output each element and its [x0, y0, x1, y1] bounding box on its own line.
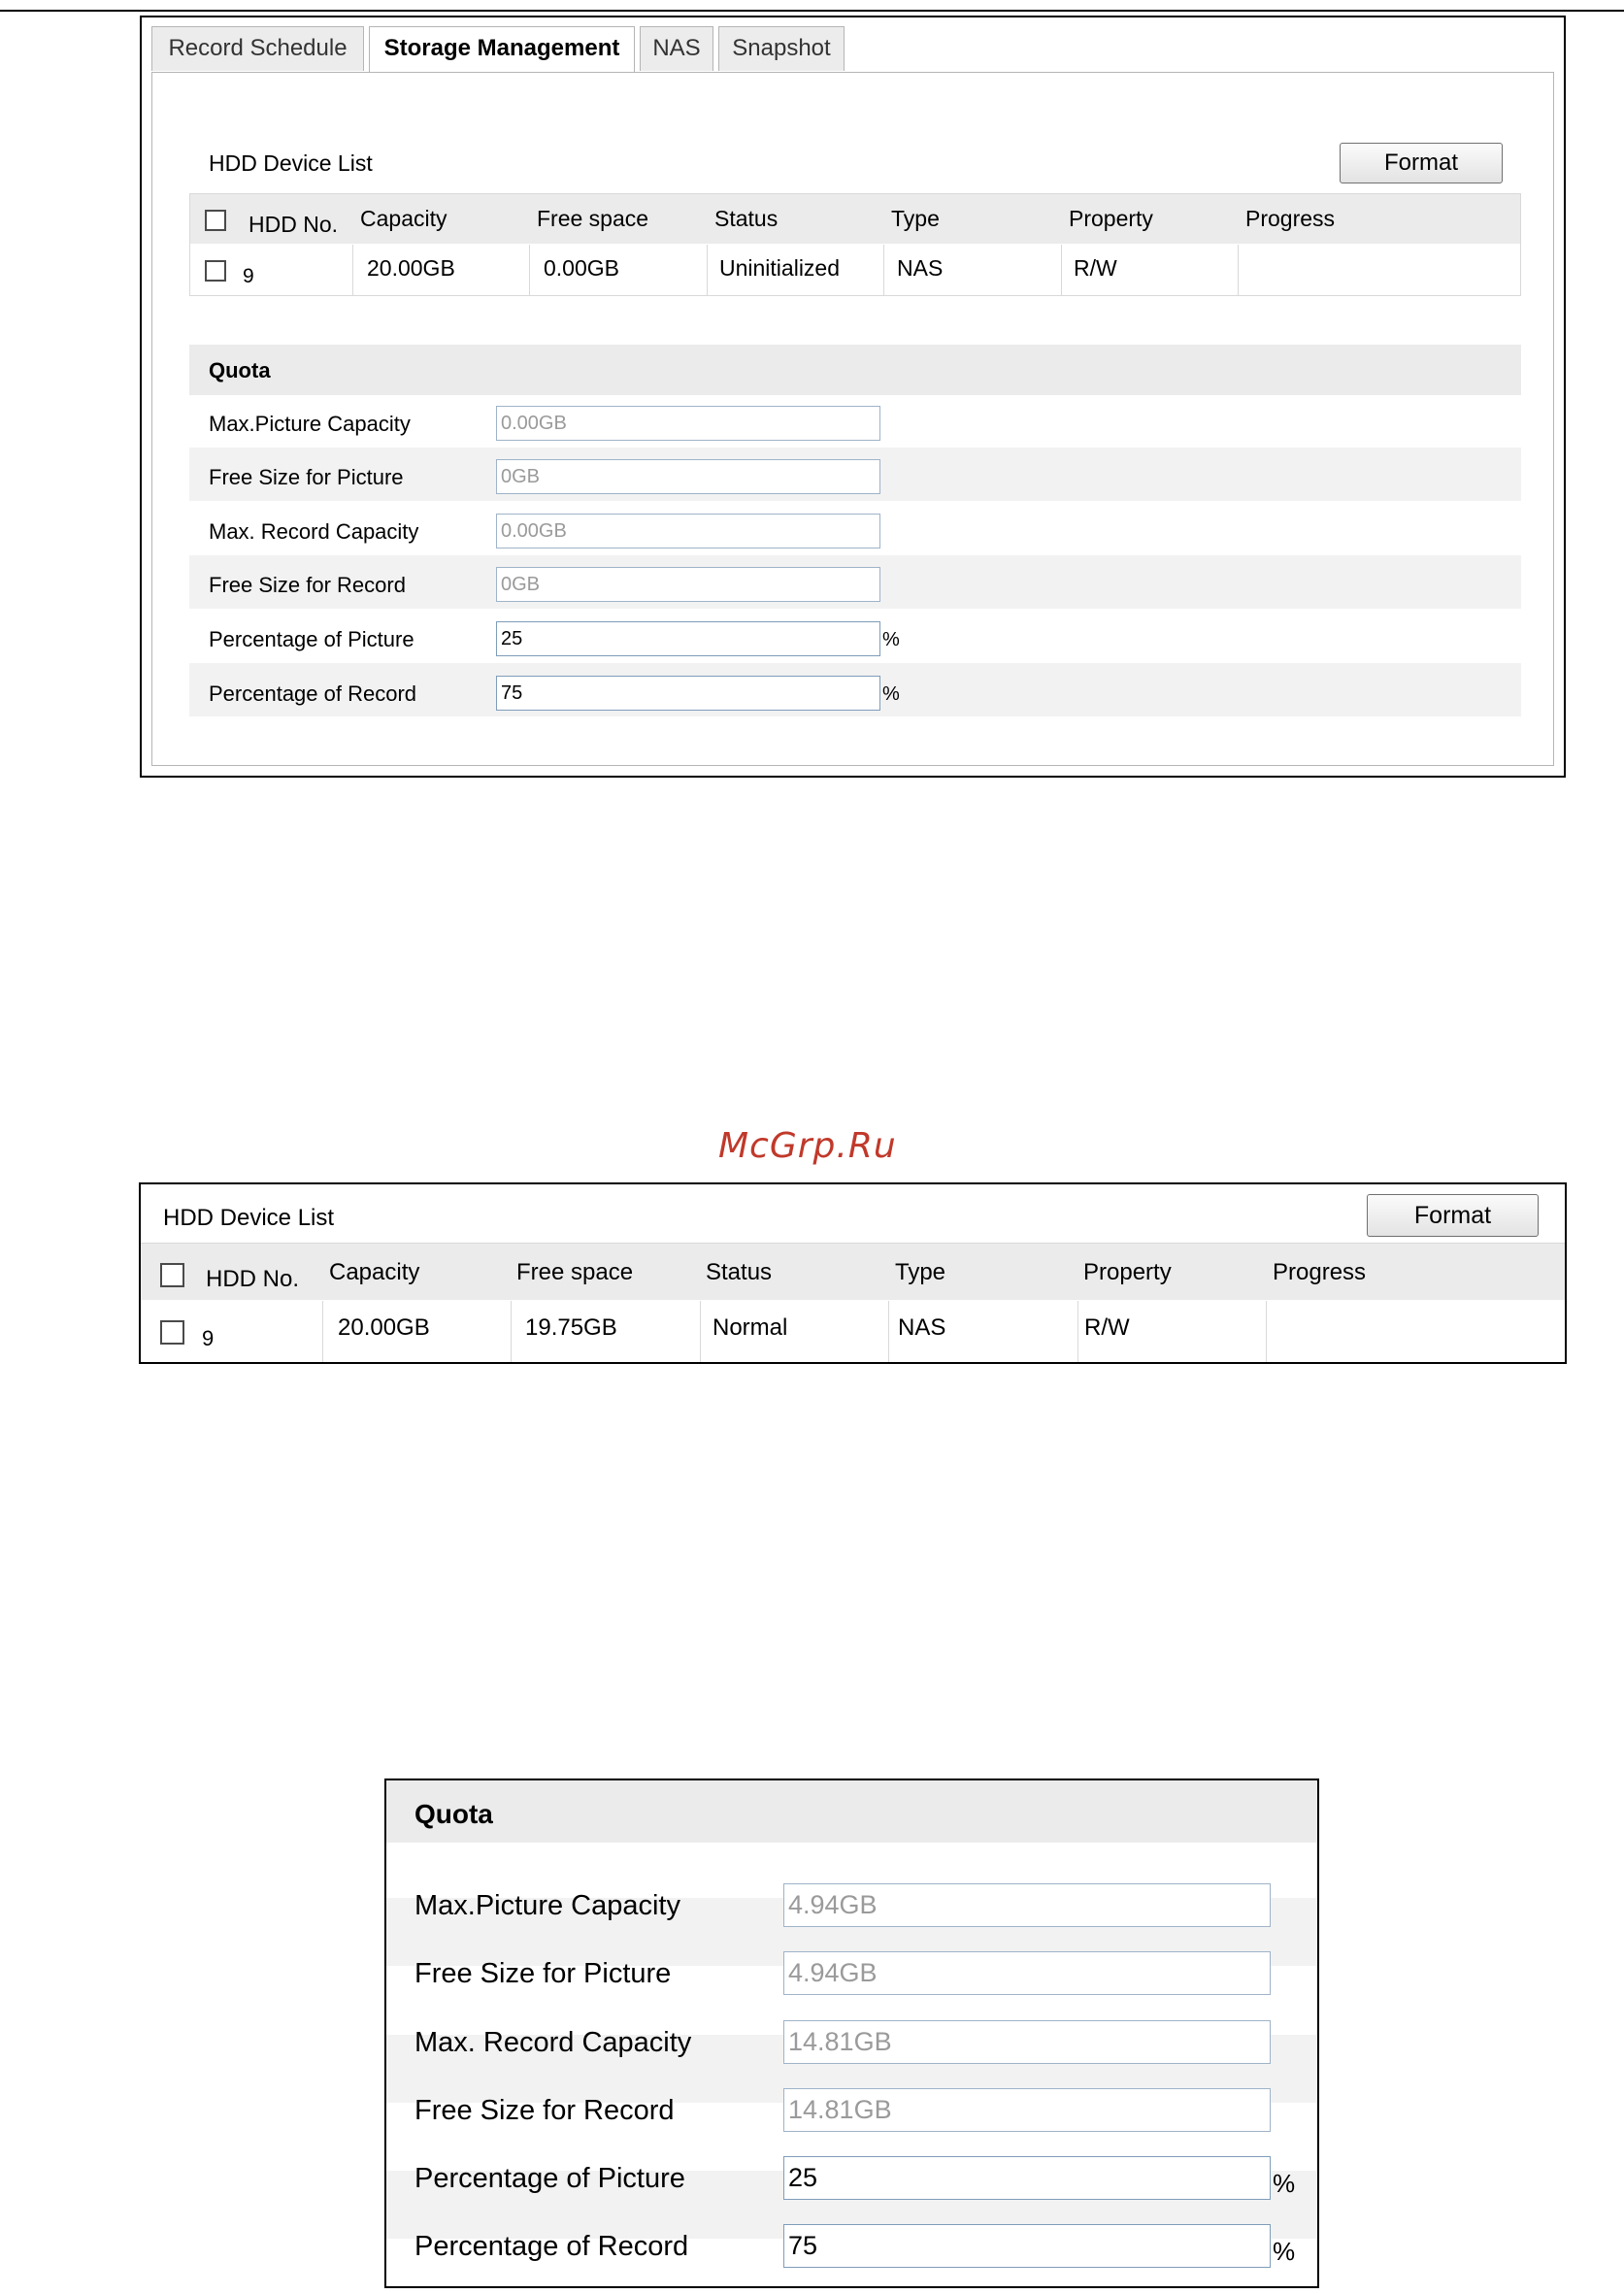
row-checkbox[interactable] — [160, 1320, 184, 1345]
col-status: Status — [706, 1259, 773, 1285]
cell-free-space: 19.75GB — [525, 1314, 617, 1341]
col-hdd-no: HDD No. — [206, 1266, 300, 1292]
col-divider — [529, 245, 530, 295]
quota-header: Quota — [189, 345, 1521, 395]
percentage-picture-label: Percentage of Picture — [209, 627, 414, 651]
percentage-picture-label: Percentage of Picture — [414, 2163, 685, 2194]
max-picture-capacity-field — [783, 1883, 1271, 1927]
watermark-text: McGrp.Ru — [718, 1126, 897, 1166]
col-free-space: Free space — [516, 1259, 634, 1285]
percentage-picture-input[interactable] — [783, 2156, 1271, 2200]
free-size-picture-field — [496, 459, 880, 494]
table-header: HDD No. Capacity Free space Status Type … — [141, 1244, 1565, 1300]
col-divider — [888, 1301, 889, 1362]
hdd-device-list-title: HDD Device List — [209, 150, 373, 176]
col-type: Type — [895, 1259, 946, 1285]
hdd-device-list-title: HDD Device List — [163, 1205, 335, 1231]
cell-capacity: 20.00GB — [338, 1314, 430, 1341]
select-all-checkbox[interactable] — [160, 1263, 184, 1287]
col-type: Type — [891, 206, 940, 231]
percent-sign: % — [1273, 2237, 1296, 2266]
tab-snapshot[interactable]: Snapshot — [718, 26, 845, 71]
hdd-device-list-panel: HDD Device List Format HDD No. Capacity … — [139, 1182, 1567, 1364]
percentage-record-label: Percentage of Record — [414, 2231, 689, 2262]
quota-title: Quota — [209, 358, 271, 382]
cell-status: Normal — [713, 1314, 788, 1341]
hdd-device-table: HDD No. Capacity Free space Status Type … — [141, 1243, 1565, 1362]
quota-panel: Quota Max.Picture Capacity Free Size for… — [384, 1779, 1319, 2288]
tab-nas[interactable]: NAS — [640, 26, 713, 71]
free-size-record-label: Free Size for Record — [209, 573, 406, 597]
max-picture-capacity-label: Max.Picture Capacity — [209, 412, 411, 436]
cell-hdd-no: 9 — [202, 1326, 215, 1350]
max-record-capacity-field — [783, 2020, 1271, 2064]
format-button[interactable]: Format — [1340, 143, 1503, 183]
percentage-record-input[interactable] — [496, 676, 880, 711]
col-capacity: Capacity — [329, 1259, 420, 1285]
max-picture-capacity-field — [496, 406, 880, 441]
cell-type: NAS — [898, 1314, 946, 1341]
storage-management-panel: Record Schedule Storage Management NAS S… — [140, 16, 1566, 778]
cell-type: NAS — [897, 255, 944, 281]
free-size-record-field — [783, 2088, 1271, 2132]
col-status: Status — [714, 206, 779, 231]
tab-storage-management[interactable]: Storage Management — [369, 26, 635, 73]
free-size-picture-label: Free Size for Picture — [209, 465, 404, 489]
cell-free-space: 0.00GB — [544, 255, 619, 281]
hdd-device-table: HDD No. Capacity Free space Status Type … — [189, 193, 1521, 296]
col-divider — [322, 1301, 323, 1362]
col-divider — [1238, 245, 1239, 295]
cell-status: Uninitialized — [719, 255, 841, 281]
col-hdd-no: HDD No. — [249, 212, 339, 237]
cell-hdd-no: 9 — [243, 265, 254, 287]
percent-sign: % — [882, 683, 900, 705]
row-checkbox[interactable] — [205, 260, 226, 282]
col-divider — [707, 245, 708, 295]
free-size-picture-field — [783, 1951, 1271, 1995]
col-property: Property — [1069, 206, 1153, 231]
col-divider — [883, 245, 884, 295]
col-divider — [352, 245, 353, 295]
page-top-rule — [0, 10, 1624, 12]
max-record-capacity-field — [496, 514, 880, 549]
format-button[interactable]: Format — [1367, 1194, 1539, 1237]
col-divider — [1266, 1301, 1267, 1362]
percentage-record-label: Percentage of Record — [209, 682, 417, 706]
free-size-picture-label: Free Size for Picture — [414, 1958, 672, 1989]
free-size-record-label: Free Size for Record — [414, 2095, 675, 2126]
col-divider — [700, 1301, 701, 1362]
max-record-capacity-label: Max. Record Capacity — [414, 2027, 692, 2058]
percent-sign: % — [1273, 2169, 1296, 2198]
select-all-checkbox[interactable] — [205, 210, 226, 231]
col-divider — [511, 1301, 512, 1362]
free-size-record-field — [496, 567, 880, 602]
col-divider — [1077, 1301, 1078, 1362]
max-picture-capacity-label: Max.Picture Capacity — [414, 1890, 680, 1921]
col-divider — [1061, 245, 1062, 295]
cell-property: R/W — [1084, 1314, 1130, 1341]
col-progress: Progress — [1273, 1259, 1367, 1285]
cell-property: R/W — [1074, 255, 1117, 281]
max-record-capacity-label: Max. Record Capacity — [209, 519, 419, 544]
tab-record-schedule[interactable]: Record Schedule — [151, 26, 364, 71]
tab-content: HDD Device List Format HDD No. Capacity … — [151, 72, 1554, 766]
quota-header: Quota — [386, 1780, 1317, 1843]
percent-sign: % — [882, 629, 900, 650]
col-property: Property — [1083, 1259, 1172, 1285]
col-capacity: Capacity — [360, 206, 447, 231]
percentage-picture-input[interactable] — [496, 621, 880, 656]
cell-capacity: 20.00GB — [367, 255, 455, 281]
table-header: HDD No. Capacity Free space Status Type … — [190, 194, 1520, 244]
col-free-space: Free space — [537, 206, 649, 231]
quota-title: Quota — [414, 1799, 493, 1829]
percentage-record-input[interactable] — [783, 2224, 1271, 2268]
col-progress: Progress — [1245, 206, 1336, 231]
